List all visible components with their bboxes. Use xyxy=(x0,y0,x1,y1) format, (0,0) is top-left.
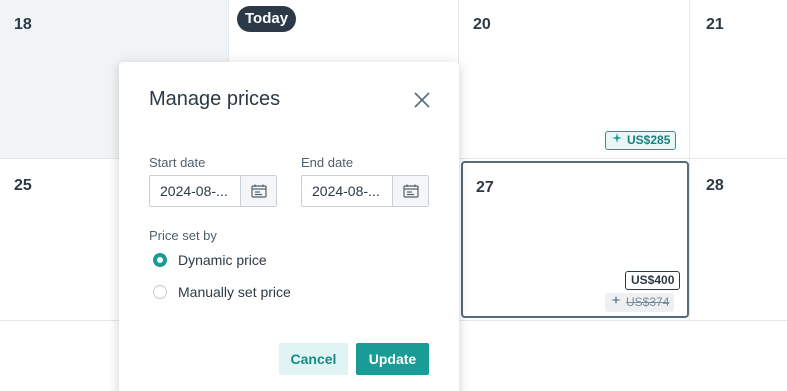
sparkle-icon xyxy=(611,132,623,150)
radio-manual-price[interactable]: Manually set price xyxy=(153,284,291,300)
radio-label: Manually set price xyxy=(178,284,291,300)
price-value: US$374 xyxy=(626,295,670,309)
dialog-title: Manage prices xyxy=(149,88,281,110)
today-badge: Today xyxy=(237,6,297,32)
radio-dynamic-price[interactable]: Dynamic price xyxy=(153,252,267,268)
price-value: US$400 xyxy=(631,273,675,287)
end-date-field[interactable]: 2024-08-... xyxy=(301,175,429,207)
calendar-icon[interactable] xyxy=(392,176,428,206)
end-date-value: 2024-08-... xyxy=(312,183,380,199)
cancel-button[interactable]: Cancel xyxy=(279,343,348,375)
calendar-icon[interactable] xyxy=(240,176,276,206)
sparkle-icon xyxy=(610,294,622,312)
start-date-label: Start date xyxy=(149,155,206,170)
day-number: 25 xyxy=(14,177,32,194)
day-number: 21 xyxy=(706,16,724,33)
close-icon xyxy=(414,92,430,108)
radio-label: Dynamic price xyxy=(178,252,267,268)
radio-button[interactable] xyxy=(153,253,167,267)
start-date-value: 2024-08-... xyxy=(160,183,228,199)
radio-button[interactable] xyxy=(153,285,167,299)
price-value: US$285 xyxy=(627,133,671,147)
price-set-by-label: Price set by xyxy=(149,228,217,243)
day-number: 18 xyxy=(14,16,32,33)
update-button[interactable]: Update xyxy=(356,343,429,375)
day-number: 20 xyxy=(473,16,491,33)
manage-prices-dialog: Manage prices Start date 2024-08-... End… xyxy=(119,62,459,391)
manual-price-badge[interactable]: US$400 xyxy=(625,271,681,290)
start-date-field[interactable]: 2024-08-... xyxy=(149,175,277,207)
day-number: 27 xyxy=(476,179,494,196)
previous-dynamic-price-badge: US$374 xyxy=(605,293,675,312)
day-number: 28 xyxy=(706,177,724,194)
day-cell-28[interactable]: 28 xyxy=(690,159,787,321)
dynamic-price-badge[interactable]: US$285 xyxy=(605,131,677,150)
end-date-label: End date xyxy=(301,155,354,170)
close-button[interactable] xyxy=(411,89,433,111)
day-cell-21[interactable]: 21 xyxy=(690,0,787,159)
